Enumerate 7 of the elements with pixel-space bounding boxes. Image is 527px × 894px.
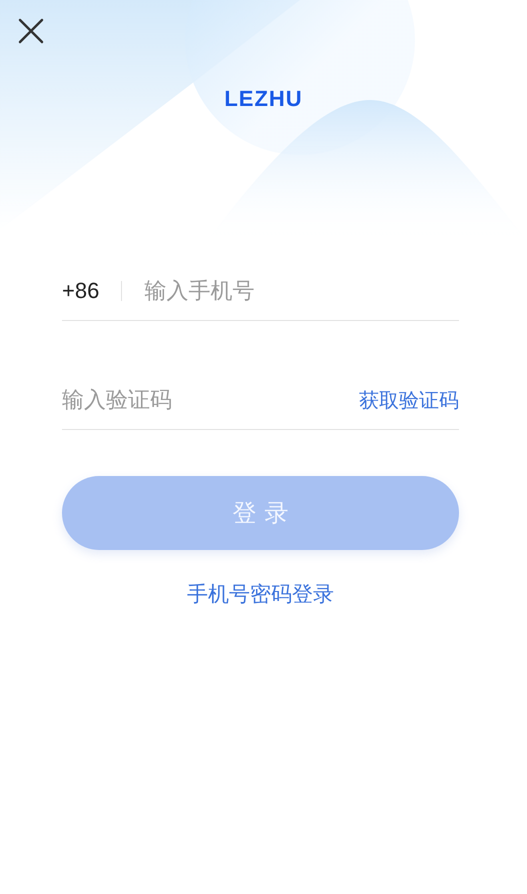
logo: LEZHU xyxy=(224,86,303,112)
country-code[interactable]: +86 xyxy=(62,278,100,304)
password-login-link[interactable]: 手机号密码登录 xyxy=(187,580,334,608)
phone-field[interactable]: +86 输入手机号 xyxy=(62,262,459,321)
code-field[interactable]: 输入验证码 获取验证码 xyxy=(62,371,459,430)
get-code-link[interactable]: 获取验证码 xyxy=(359,386,459,414)
close-icon[interactable] xyxy=(18,18,44,44)
